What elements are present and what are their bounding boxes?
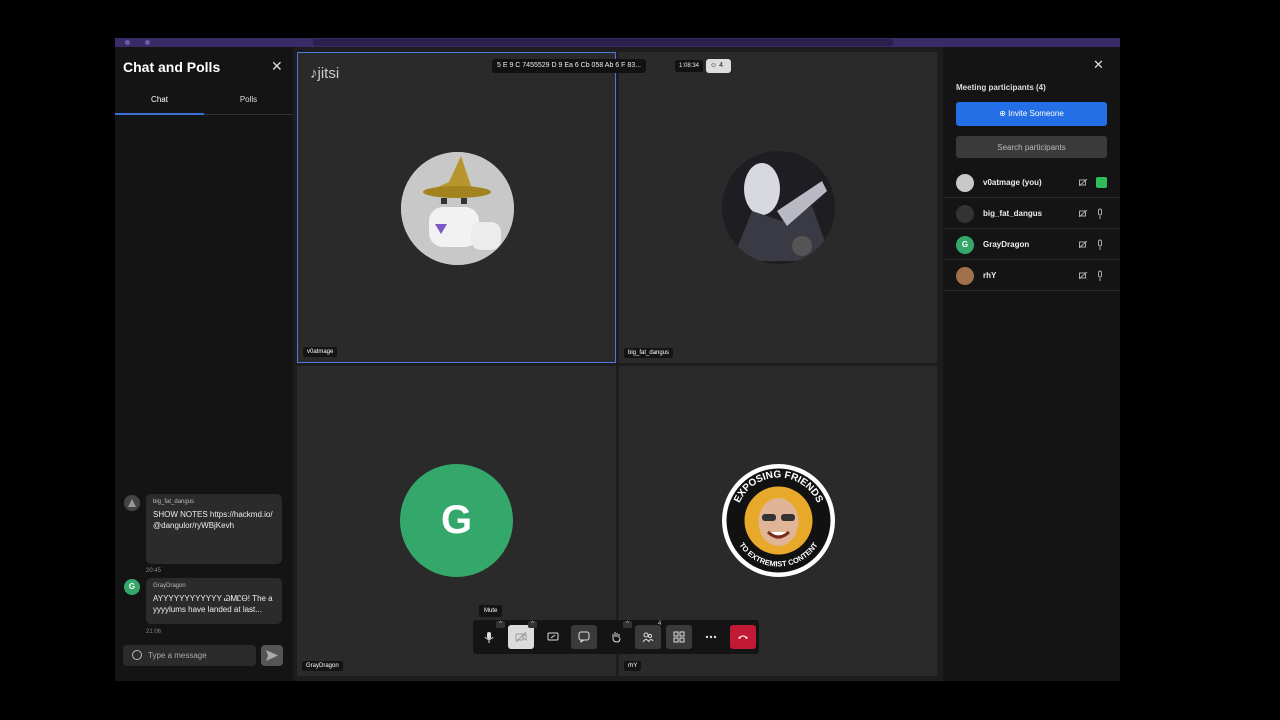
- tab-underline: [115, 113, 204, 115]
- chat-message: big_fat_dangus SHOW NOTES https://hackmd…: [146, 494, 282, 564]
- participant-count-badge[interactable]: ☺ 4: [706, 59, 731, 73]
- participant-row[interactable]: rhY: [943, 260, 1120, 291]
- send-icon: [266, 650, 278, 661]
- camera-off-icon: [1079, 272, 1088, 279]
- participant-name: v0atmage (you): [983, 178, 1042, 187]
- avatar: [956, 267, 974, 285]
- hand-icon: [612, 632, 621, 643]
- raise-hand-button[interactable]: ^: [603, 621, 632, 649]
- tab-chat[interactable]: Chat: [115, 95, 204, 104]
- add-person-icon: ⊕: [999, 109, 1009, 118]
- mute-tooltip: Mute: [479, 605, 503, 617]
- microphone-icon: [1098, 239, 1102, 250]
- message-text: AYYYYYYYYYYYY ᏊᎷᏝᎾ! The ayyyylums have l…: [153, 594, 273, 614]
- message-sender: GrayDragon: [153, 583, 186, 589]
- hangup-icon: [738, 635, 748, 639]
- participants-panel: ✕ Meeting participants (4) ⊕ Invite Some…: [943, 47, 1120, 681]
- participant-row[interactable]: v0atmage (you): [943, 167, 1120, 198]
- mute-button[interactable]: ^: [476, 621, 505, 649]
- chat-button[interactable]: [571, 625, 597, 649]
- avatar: [956, 174, 974, 192]
- invite-button[interactable]: ⊕ Invite Someone: [956, 102, 1107, 126]
- participant-name: rhY: [983, 271, 997, 280]
- grid-icon: [673, 631, 685, 643]
- avatar: G: [124, 579, 140, 595]
- microphone-icon: [1096, 177, 1107, 188]
- goat-wizard-icon: [401, 152, 514, 265]
- participants-badge: 4: [657, 621, 662, 627]
- forward-icon[interactable]: [145, 40, 150, 45]
- more-actions-button[interactable]: [698, 625, 724, 649]
- more-icon: [705, 635, 717, 639]
- invite-label: Invite Someone: [1008, 109, 1064, 118]
- tile-name-label: v0atmage: [303, 347, 338, 357]
- avatar: G: [956, 236, 974, 254]
- message-time: 20:45: [146, 568, 162, 574]
- participant-count: 4: [719, 62, 724, 69]
- message-input[interactable]: [148, 649, 248, 662]
- video-tile-v0atmage[interactable]: ♪jitsi v0atmage: [297, 52, 616, 363]
- message-text: SHOW NOTES https://hackmd.io/@dangulor/r…: [153, 510, 273, 530]
- microphone-icon: [1098, 270, 1102, 281]
- jitsi-logo-text: jitsi: [317, 65, 340, 82]
- tile-name-label: rhY: [624, 661, 642, 671]
- exposing-friends-badge-icon: EXPOSING FRIENDS TO EXTREMIST CONTENT: [722, 464, 835, 577]
- meeting-timer: 1:08:34: [675, 60, 704, 72]
- participant-row[interactable]: G GrayDragon: [943, 229, 1120, 260]
- emoji-icon[interactable]: [132, 650, 142, 660]
- avatar: [956, 205, 974, 223]
- camera-off-icon: [1079, 241, 1088, 248]
- participants-button[interactable]: 4: [635, 621, 661, 649]
- tile-name-label: big_fat_dangus: [624, 348, 674, 358]
- character-portrait-icon: [722, 151, 835, 264]
- participants-title: Meeting participants (4): [956, 83, 1046, 92]
- video-tile-big-fat-dangus[interactable]: big_fat_dangus: [619, 52, 937, 363]
- chevron-up-icon[interactable]: ^: [496, 621, 505, 628]
- chevron-up-icon[interactable]: ^: [623, 621, 632, 628]
- message-time: 21:06: [146, 629, 162, 635]
- avatar: G: [400, 464, 513, 577]
- avatar: [722, 151, 835, 264]
- address-bar[interactable]: [313, 39, 893, 46]
- avatar: [401, 152, 514, 265]
- camera-off-icon: [1079, 179, 1088, 186]
- message-sender: big_fat_dangus: [153, 499, 195, 505]
- chat-title: Chat and Polls: [123, 59, 221, 75]
- participant-row[interactable]: big_fat_dangus: [943, 198, 1120, 229]
- jitsi-logo-icon: ♪: [310, 65, 318, 82]
- search-participants-input[interactable]: [956, 136, 1107, 158]
- tab-polls[interactable]: Polls: [204, 95, 293, 104]
- jitsi-logo: ♪jitsi: [310, 65, 339, 82]
- camera-off-icon: [1079, 210, 1088, 217]
- chevron-up-icon[interactable]: ^: [528, 621, 537, 628]
- close-icon[interactable]: ✕: [1093, 57, 1104, 73]
- send-button[interactable]: [261, 645, 283, 666]
- avatar: EXPOSING FRIENDS TO EXTREMIST CONTENT: [722, 464, 835, 577]
- microphone-icon: [484, 632, 494, 643]
- room-id[interactable]: 5 E 9 C 7455529 D 9 Ea 6 Cb 058 Ab 6 F 8…: [492, 59, 646, 73]
- avatar: [124, 495, 140, 511]
- chat-icon: [578, 631, 590, 643]
- browser-bar: [115, 38, 1120, 47]
- screen-share-icon: [547, 632, 559, 641]
- hangup-button[interactable]: [730, 625, 756, 649]
- tile-name-label: GrayDragon: [302, 661, 343, 671]
- close-icon[interactable]: ✕: [271, 58, 283, 75]
- camera-off-icon: [515, 631, 527, 643]
- participants-icon: [642, 632, 654, 643]
- participant-name: big_fat_dangus: [983, 209, 1043, 218]
- share-screen-button[interactable]: [540, 625, 566, 649]
- chat-tabs: Chat Polls: [115, 89, 293, 115]
- toolbar: ^ ^ ^ 4: [473, 620, 759, 654]
- tile-view-button[interactable]: [666, 625, 692, 649]
- chat-panel: Chat and Polls ✕ Chat Polls big_fat_dang…: [115, 47, 293, 681]
- people-icon: ☺: [710, 62, 718, 69]
- back-icon[interactable]: [125, 40, 130, 45]
- chat-message: GrayDragon AYYYYYYYYYYYY ᏊᎷᏝᎾ! The ayyyy…: [146, 578, 282, 624]
- participant-name: GrayDragon: [983, 240, 1030, 249]
- jitsi-window: Chat and Polls ✕ Chat Polls big_fat_dang…: [115, 38, 1120, 681]
- camera-button[interactable]: ^: [508, 621, 537, 649]
- microphone-icon: [1098, 208, 1102, 219]
- message-composer: [123, 645, 256, 666]
